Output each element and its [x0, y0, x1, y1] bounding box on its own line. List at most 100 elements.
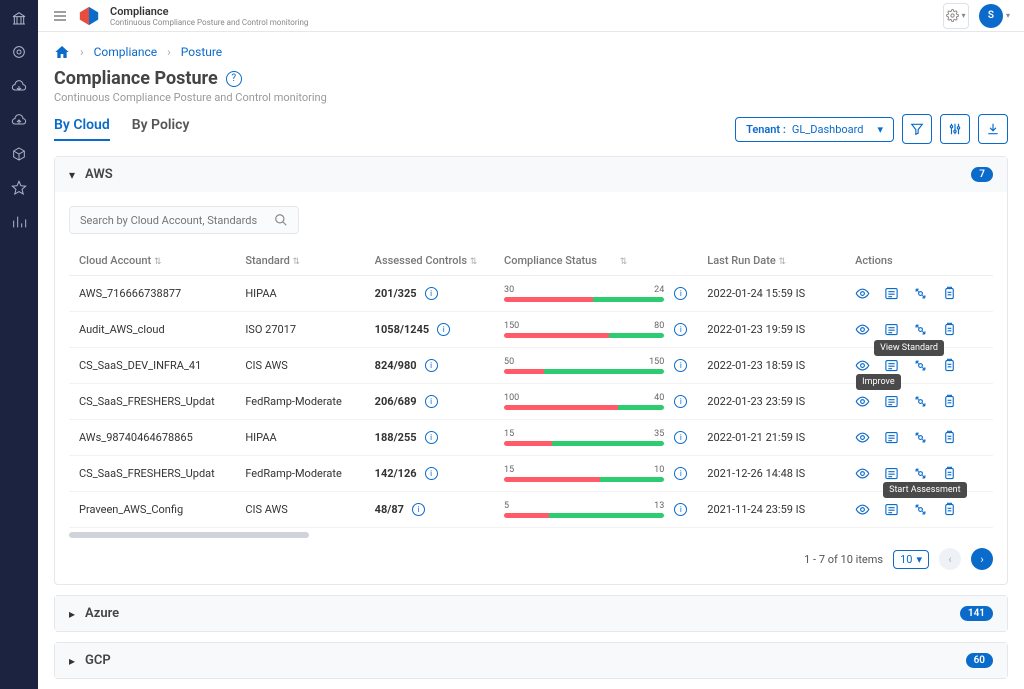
info-icon[interactable]: i: [674, 431, 687, 444]
col-assessed[interactable]: Assessed Controls ⇅: [365, 246, 494, 276]
info-icon[interactable]: i: [674, 395, 687, 408]
sort-icon: ⇅: [293, 257, 301, 267]
col-actions: Actions: [845, 246, 993, 276]
info-icon[interactable]: i: [425, 287, 438, 300]
view-action-icon[interactable]: [855, 466, 870, 481]
view-action-icon[interactable]: [855, 322, 870, 337]
clipboard-action-icon[interactable]: [942, 466, 957, 481]
info-icon[interactable]: i: [437, 323, 450, 336]
clipboard-action-icon[interactable]: [942, 394, 957, 409]
panel-header-azure[interactable]: ▸ Azure 141: [55, 596, 1007, 631]
menu-toggle-icon[interactable]: [52, 8, 68, 24]
horizontal-scrollbar[interactable]: [69, 532, 309, 538]
col-date[interactable]: Last Run Date ⇅: [697, 246, 845, 276]
pager-prev[interactable]: ‹: [939, 548, 961, 570]
breadcrumb-home-icon[interactable]: [54, 44, 70, 60]
info-icon[interactable]: i: [674, 287, 687, 300]
cell-standard: ISO 27017: [235, 312, 364, 348]
info-icon[interactable]: i: [425, 467, 438, 480]
panel-title: Azure: [85, 606, 119, 621]
clipboard-action-icon[interactable]: [942, 358, 957, 373]
assess-action-icon[interactable]: [913, 430, 928, 445]
cell-assessed: 188/255i: [365, 420, 494, 456]
tab-by-cloud[interactable]: By Cloud: [54, 117, 110, 141]
cell-standard: CIS AWS: [235, 492, 364, 528]
assess-action-icon[interactable]: [913, 286, 928, 301]
nav-bank-icon[interactable]: [9, 8, 29, 28]
sort-icon: ⇅: [470, 257, 478, 267]
cell-actions: [845, 276, 993, 312]
cell-account: AWS_716666738877: [69, 276, 235, 312]
cell-actions: [845, 420, 993, 456]
download-button[interactable]: [978, 114, 1008, 144]
view-action-icon[interactable]: [855, 286, 870, 301]
nav-cloud-download-icon[interactable]: [9, 76, 29, 96]
info-icon[interactable]: i: [674, 359, 687, 372]
cell-account: CS_SaaS_FRESHERS_Updat: [69, 384, 235, 420]
pager-next[interactable]: ›: [971, 548, 993, 570]
panel-aws: ▾ AWS 7 Cloud Account ⇅ Stand: [54, 156, 1008, 585]
breadcrumb-link[interactable]: Compliance: [94, 45, 158, 59]
tenant-select[interactable]: Tenant : GL_Dashboard ▾: [735, 117, 894, 142]
logo-icon: [78, 5, 100, 27]
view-action-icon[interactable]: [855, 358, 870, 373]
nav-star-icon[interactable]: [9, 178, 29, 198]
assess-action-icon[interactable]: [913, 502, 928, 517]
clipboard-action-icon[interactable]: [942, 322, 957, 337]
report-action-icon[interactable]: [884, 286, 899, 301]
view-action-icon[interactable]: [855, 394, 870, 409]
filter-button[interactable]: [902, 114, 932, 144]
cell-compliance: 1535 i: [494, 420, 697, 456]
cell-standard: CIS AWS: [235, 348, 364, 384]
info-icon[interactable]: i: [425, 431, 438, 444]
col-compliance[interactable]: Compliance Status ⇅: [494, 246, 697, 276]
info-icon[interactable]: i: [412, 503, 425, 516]
chevron-down-icon: ▾: [877, 123, 883, 136]
nav-box-icon[interactable]: [9, 144, 29, 164]
assess-action-icon[interactable]: [913, 358, 928, 373]
info-icon[interactable]: i: [674, 323, 687, 336]
report-action-icon[interactable]: [884, 394, 899, 409]
page-size-select[interactable]: 10 ▾: [893, 550, 929, 569]
report-action-icon[interactable]: [884, 466, 899, 481]
sort-icon: ⇅: [620, 257, 628, 267]
info-icon[interactable]: i: [425, 395, 438, 408]
nav-target-icon[interactable]: [9, 42, 29, 62]
report-action-icon[interactable]: [884, 502, 899, 517]
search-box[interactable]: [69, 206, 299, 234]
col-standard[interactable]: Standard ⇅: [235, 246, 364, 276]
view-action-icon[interactable]: [855, 502, 870, 517]
info-icon[interactable]: i: [674, 467, 687, 480]
info-icon[interactable]: i: [425, 359, 438, 372]
report-action-icon[interactable]: View StandardImprove: [884, 358, 899, 373]
cell-standard: FedRamp-Moderate: [235, 456, 364, 492]
user-avatar[interactable]: S: [979, 4, 1003, 28]
col-cloud-account[interactable]: Cloud Account ⇅: [69, 246, 235, 276]
nav-cloud-upload-icon[interactable]: [9, 110, 29, 130]
topbar: Compliance Continuous Compliance Posture…: [38, 0, 1024, 32]
info-icon[interactable]: i: [674, 503, 687, 516]
view-action-icon[interactable]: [855, 430, 870, 445]
settings-button[interactable]: ▾: [943, 3, 969, 29]
panel-header-aws[interactable]: ▾ AWS 7: [55, 157, 1007, 192]
assess-action-icon[interactable]: [913, 394, 928, 409]
report-action-icon[interactable]: [884, 430, 899, 445]
settings-sliders-button[interactable]: [940, 114, 970, 144]
report-action-icon[interactable]: [884, 322, 899, 337]
nav-bars-icon[interactable]: [9, 212, 29, 232]
table-row: Praveen_AWS_Config CIS AWS 48/87i 513 i …: [69, 492, 993, 528]
tab-by-policy[interactable]: By Policy: [132, 117, 190, 141]
assess-action-icon[interactable]: [913, 322, 928, 337]
clipboard-action-icon[interactable]: [942, 502, 957, 517]
chevron-down-icon: ▾: [69, 168, 75, 182]
sort-icon: ⇅: [154, 257, 162, 267]
help-icon[interactable]: ?: [226, 71, 242, 87]
panel-header-gcp[interactable]: ▸ GCP 60: [55, 643, 1007, 678]
search-icon[interactable]: [274, 213, 288, 227]
cell-standard: HIPAA: [235, 420, 364, 456]
clipboard-action-icon[interactable]: [942, 430, 957, 445]
clipboard-action-icon[interactable]: [942, 286, 957, 301]
assess-action-icon[interactable]: Start Assessment: [913, 466, 928, 481]
cell-date: 2022-01-23 18:59 IS: [697, 348, 845, 384]
search-input[interactable]: [80, 214, 274, 227]
